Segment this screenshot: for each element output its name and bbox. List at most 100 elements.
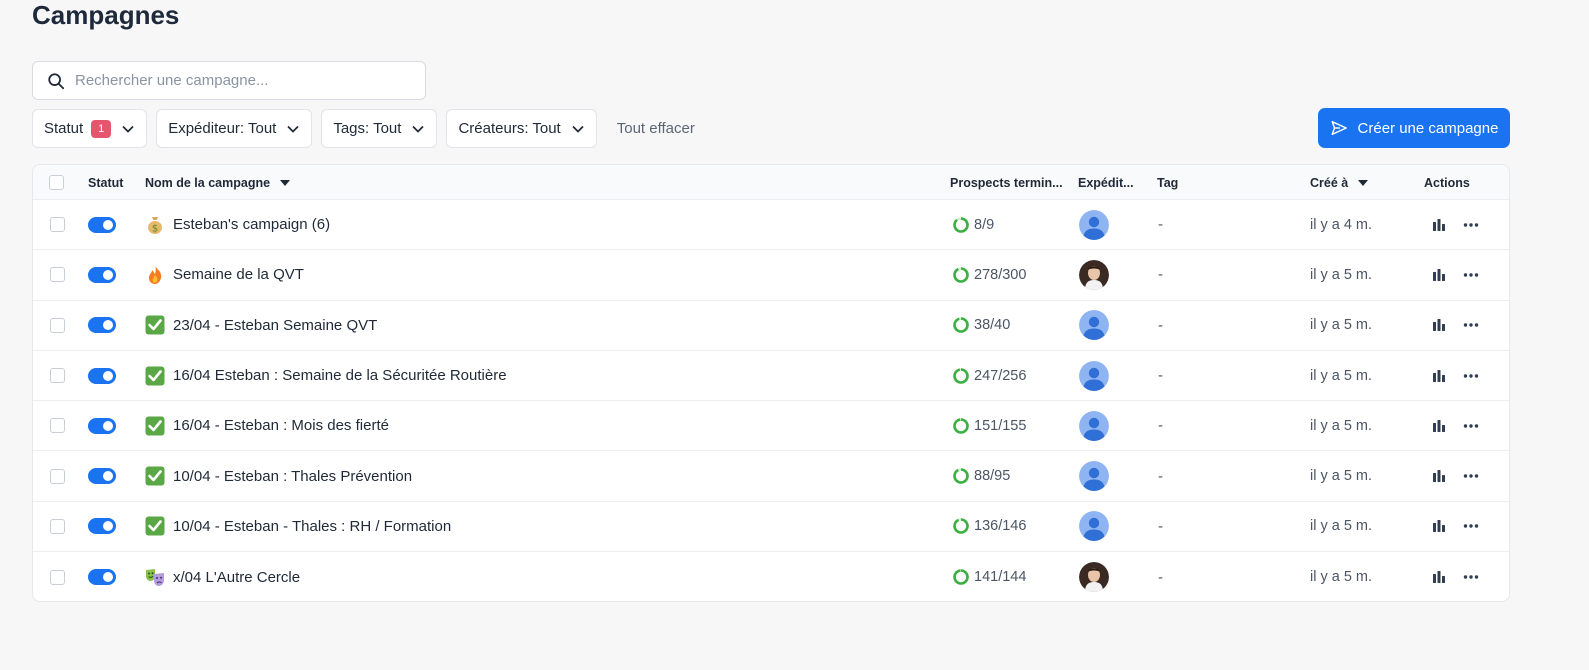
sender-avatar[interactable] <box>1079 511 1109 542</box>
status-toggle[interactable] <box>88 317 116 334</box>
row-tag-cell: - <box>1158 367 1163 385</box>
more-horizontal-icon[interactable] <box>1462 467 1480 485</box>
bar-chart-icon[interactable] <box>1430 216 1448 234</box>
table-row[interactable]: 10/04 - Esteban : Thales Prévention 88/95… <box>33 451 1509 502</box>
campaign-name[interactable]: 16/04 - Esteban : Mois des fierté <box>173 417 389 434</box>
row-select-cell <box>50 552 65 601</box>
campaign-name[interactable]: Esteban's campaign (6) <box>173 216 330 233</box>
select-all-checkbox[interactable] <box>49 175 64 190</box>
bar-chart-icon[interactable] <box>1430 266 1448 284</box>
row-select-cell <box>50 301 65 350</box>
row-checkbox[interactable] <box>50 317 65 333</box>
bar-chart-icon[interactable] <box>1430 367 1448 385</box>
row-checkbox[interactable] <box>50 418 65 434</box>
creators-filter-label: Créateurs: Tout <box>458 120 561 137</box>
sort-desc-icon <box>1358 179 1369 186</box>
progress-ring-icon <box>953 518 969 535</box>
row-checkbox[interactable] <box>50 217 65 233</box>
create-campaign-button[interactable]: Créer une campagne <box>1318 108 1510 148</box>
campaign-name[interactable]: 16/04 Esteban : Semaine de la Sécuritée … <box>173 367 507 384</box>
campaign-name[interactable]: 23/04 - Esteban Semaine QVT <box>173 317 377 334</box>
creators-filter[interactable]: Créateurs: Tout <box>446 109 597 148</box>
row-tag-cell: - <box>1158 467 1163 485</box>
campaign-name[interactable]: 10/04 - Esteban - Thales : RH / Formatio… <box>173 518 451 535</box>
table-row[interactable]: 16/04 - Esteban : Mois des fierté 151/155… <box>33 401 1509 452</box>
search-input[interactable] <box>75 72 395 89</box>
bar-chart-icon[interactable] <box>1430 568 1448 586</box>
campaign-name[interactable]: Semaine de la QVT <box>173 266 304 283</box>
check-mark-icon <box>145 366 165 386</box>
clear-all-filters-link[interactable]: Tout effacer <box>617 120 695 137</box>
status-toggle[interactable] <box>88 468 116 485</box>
sender-avatar[interactable] <box>1079 562 1109 593</box>
row-name-cell[interactable]: 16/04 Esteban : Semaine de la Sécuritée … <box>145 351 507 400</box>
row-name-cell[interactable]: 16/04 - Esteban : Mois des fierté <box>145 401 389 450</box>
status-toggle[interactable] <box>88 266 116 283</box>
table-row[interactable]: x/04 L'Autre Cercle 141/144 - il y a 5 m. <box>33 552 1509 601</box>
table-row[interactable]: 23/04 - Esteban Semaine QVT 38/40 - il y a … <box>33 301 1509 351</box>
header-created[interactable]: Créé à <box>1310 165 1369 200</box>
sender-avatar[interactable] <box>1079 259 1109 290</box>
row-progress-cell: 136/146 <box>952 502 1026 551</box>
row-name-cell[interactable]: Semaine de la QVT <box>145 250 304 299</box>
status-filter-count-badge: 1 <box>91 119 112 138</box>
status-toggle[interactable] <box>88 518 116 535</box>
row-checkbox[interactable] <box>50 518 65 534</box>
row-sender-cell <box>1079 401 1109 450</box>
status-filter[interactable]: Statut 1 <box>32 109 148 148</box>
status-toggle[interactable] <box>88 417 116 434</box>
row-select-cell <box>50 200 65 249</box>
header-status[interactable]: Statut <box>88 165 123 200</box>
prospects-progress: 151/155 <box>952 417 1026 435</box>
row-name-cell[interactable]: 10/04 - Esteban - Thales : RH / Formatio… <box>145 502 451 551</box>
prospects-progress: 278/300 <box>952 266 1026 284</box>
row-name-cell[interactable]: x/04 L'Autre Cercle <box>145 552 300 601</box>
table-row[interactable]: 10/04 - Esteban - Thales : RH / Formatio… <box>33 502 1509 553</box>
check-mark-icon <box>145 516 165 536</box>
row-checkbox[interactable] <box>50 267 65 283</box>
sender-avatar[interactable] <box>1079 461 1109 492</box>
bar-chart-icon[interactable] <box>1430 417 1448 435</box>
table-row[interactable]: 16/04 Esteban : Semaine de la Sécuritée … <box>33 351 1509 402</box>
bar-chart-icon[interactable] <box>1430 467 1448 485</box>
more-horizontal-icon[interactable] <box>1462 266 1480 284</box>
status-toggle[interactable] <box>88 216 116 233</box>
sender-avatar[interactable] <box>1079 360 1109 391</box>
row-created-cell: il y a 5 m. <box>1310 317 1373 334</box>
search-box[interactable] <box>32 61 426 100</box>
row-tag-cell: - <box>1158 517 1163 535</box>
more-horizontal-icon[interactable] <box>1462 517 1480 535</box>
sender-filter[interactable]: Expéditeur: Tout <box>156 109 313 148</box>
header-sender[interactable]: Expédit... <box>1078 165 1134 200</box>
table-row[interactable]: Semaine de la QVT 278/300 - il y a 5 m. <box>33 250 1509 301</box>
row-checkbox[interactable] <box>50 468 65 484</box>
bar-chart-icon[interactable] <box>1430 316 1448 334</box>
row-name-cell[interactable]: $ Esteban's campaign (6) <box>145 200 330 249</box>
row-name-cell[interactable]: 23/04 - Esteban Semaine QVT <box>145 301 377 350</box>
more-horizontal-icon[interactable] <box>1462 568 1480 586</box>
row-checkbox[interactable] <box>50 569 65 585</box>
tags-filter[interactable]: Tags: Tout <box>321 109 438 148</box>
header-name[interactable]: Nom de la campagne <box>145 165 291 200</box>
table-row[interactable]: $ Esteban's campaign (6) 8/9 - il y a 4 m. <box>33 200 1509 251</box>
sender-avatar[interactable] <box>1079 410 1109 441</box>
sender-avatar[interactable] <box>1079 310 1109 341</box>
status-toggle[interactable] <box>88 367 116 384</box>
row-created-cell: il y a 5 m. <box>1310 468 1373 485</box>
more-horizontal-icon[interactable] <box>1462 417 1480 435</box>
bar-chart-icon[interactable] <box>1430 517 1448 535</box>
row-checkbox[interactable] <box>50 368 65 384</box>
sender-avatar[interactable] <box>1079 209 1109 240</box>
more-horizontal-icon[interactable] <box>1462 316 1480 334</box>
more-horizontal-icon[interactable] <box>1462 367 1480 385</box>
header-tag[interactable]: Tag <box>1157 165 1178 200</box>
progress-ring-icon <box>953 418 969 434</box>
campaign-name[interactable]: x/04 L'Autre Cercle <box>173 569 300 586</box>
row-name-cell[interactable]: 10/04 - Esteban : Thales Prévention <box>145 451 412 500</box>
status-toggle[interactable] <box>88 569 116 586</box>
more-horizontal-icon[interactable] <box>1462 216 1480 234</box>
campaign-name[interactable]: 10/04 - Esteban : Thales Prévention <box>173 468 412 485</box>
filter-bar: Statut 1 Expéditeur: Tout Tags: Tout Cré… <box>32 109 695 148</box>
progress-ring-icon <box>953 216 969 233</box>
header-prospects[interactable]: Prospects termin... <box>950 165 1063 200</box>
